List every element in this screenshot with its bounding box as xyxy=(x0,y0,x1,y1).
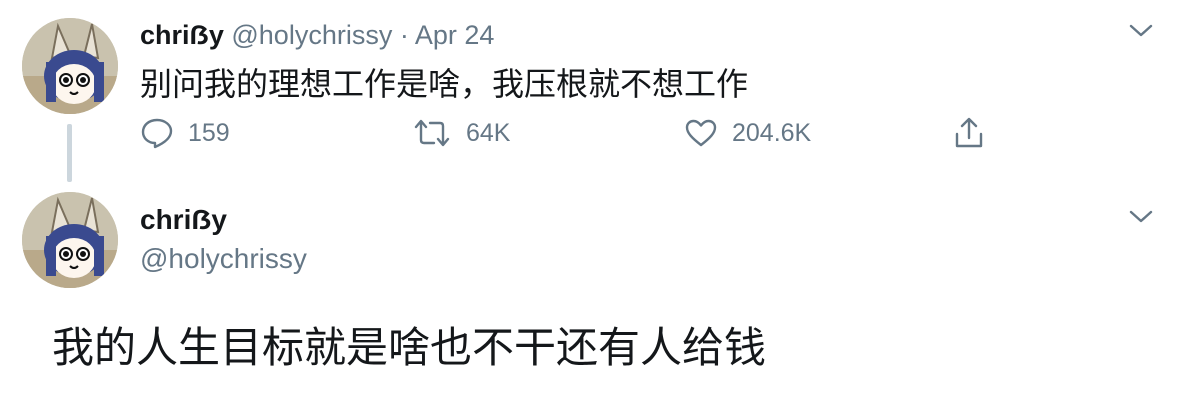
display-name[interactable]: chriẞy xyxy=(140,203,227,237)
retweet-icon xyxy=(414,119,450,147)
chevron-down-icon xyxy=(1129,24,1153,37)
display-name[interactable]: chriẞy xyxy=(140,20,224,50)
tweet-header: chriẞy @holychrissy · Apr 24 xyxy=(140,18,494,52)
avatar[interactable] xyxy=(22,192,118,288)
header-separator: · xyxy=(399,20,409,50)
share-upload-icon xyxy=(955,117,983,148)
avatar-image xyxy=(22,18,118,114)
like-count: 204.6K xyxy=(732,118,812,147)
retweet-count: 64K xyxy=(466,118,511,147)
reply-button[interactable]: 159 xyxy=(140,116,230,150)
speech-bubble-icon xyxy=(141,118,173,149)
heart-icon xyxy=(685,119,717,147)
avatar[interactable] xyxy=(22,18,118,114)
like-button[interactable]: 204.6K xyxy=(684,116,811,150)
tweet-menu-button[interactable] xyxy=(1126,20,1156,42)
share-button[interactable] xyxy=(952,116,986,150)
handle[interactable]: @holychrissy xyxy=(231,20,392,50)
tweet-thread: chriẞy @holychrissy · Apr 24 别问我的理想工作是啥，… xyxy=(0,0,1182,410)
avatar-image xyxy=(22,192,118,288)
handle[interactable]: @holychrissy xyxy=(140,242,307,276)
tweet-menu-button[interactable] xyxy=(1126,206,1156,228)
tweet-text: 别问我的理想工作是啥，我压根就不想工作 xyxy=(140,65,749,103)
thread-connector-line xyxy=(67,124,72,182)
chevron-down-icon xyxy=(1129,210,1153,223)
tweet-date[interactable]: Apr 24 xyxy=(415,20,495,50)
reply-count: 159 xyxy=(188,118,230,147)
retweet-button[interactable]: 64K xyxy=(412,116,510,150)
tweet-text: 我的人生目标就是啥也不干还有人给钱 xyxy=(52,323,767,372)
